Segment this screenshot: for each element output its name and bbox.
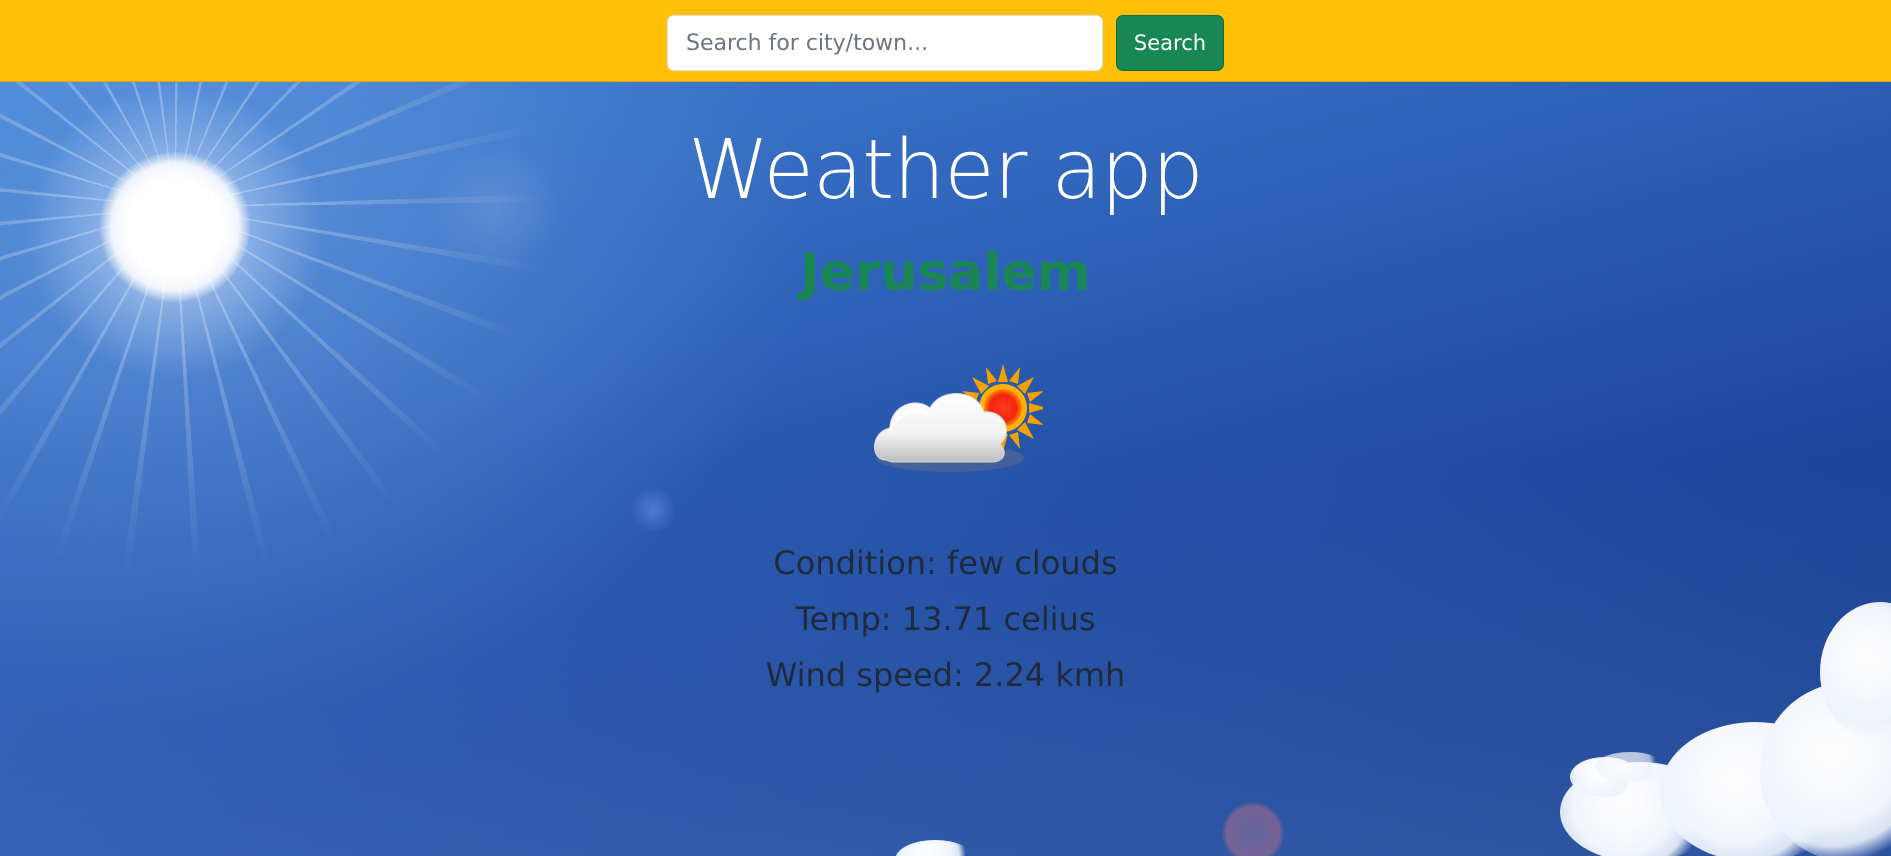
wind-speed-text: Wind speed: 2.24 kmh — [765, 656, 1126, 694]
partly-cloudy-icon — [868, 362, 1047, 477]
weather-content: Weather app Jerusalem Condition: few clo… — [0, 82, 1891, 856]
condition-text: Condition: few clouds — [773, 544, 1118, 582]
city-name: Jerusalem — [800, 243, 1091, 303]
search-input[interactable] — [667, 15, 1103, 71]
top-navbar: Search — [0, 0, 1891, 82]
temperature-text: Temp: 13.71 celius — [795, 600, 1096, 638]
search-button[interactable]: Search — [1116, 15, 1224, 71]
page-title: Weather app — [688, 123, 1204, 218]
search-form: Search — [667, 15, 1224, 71]
